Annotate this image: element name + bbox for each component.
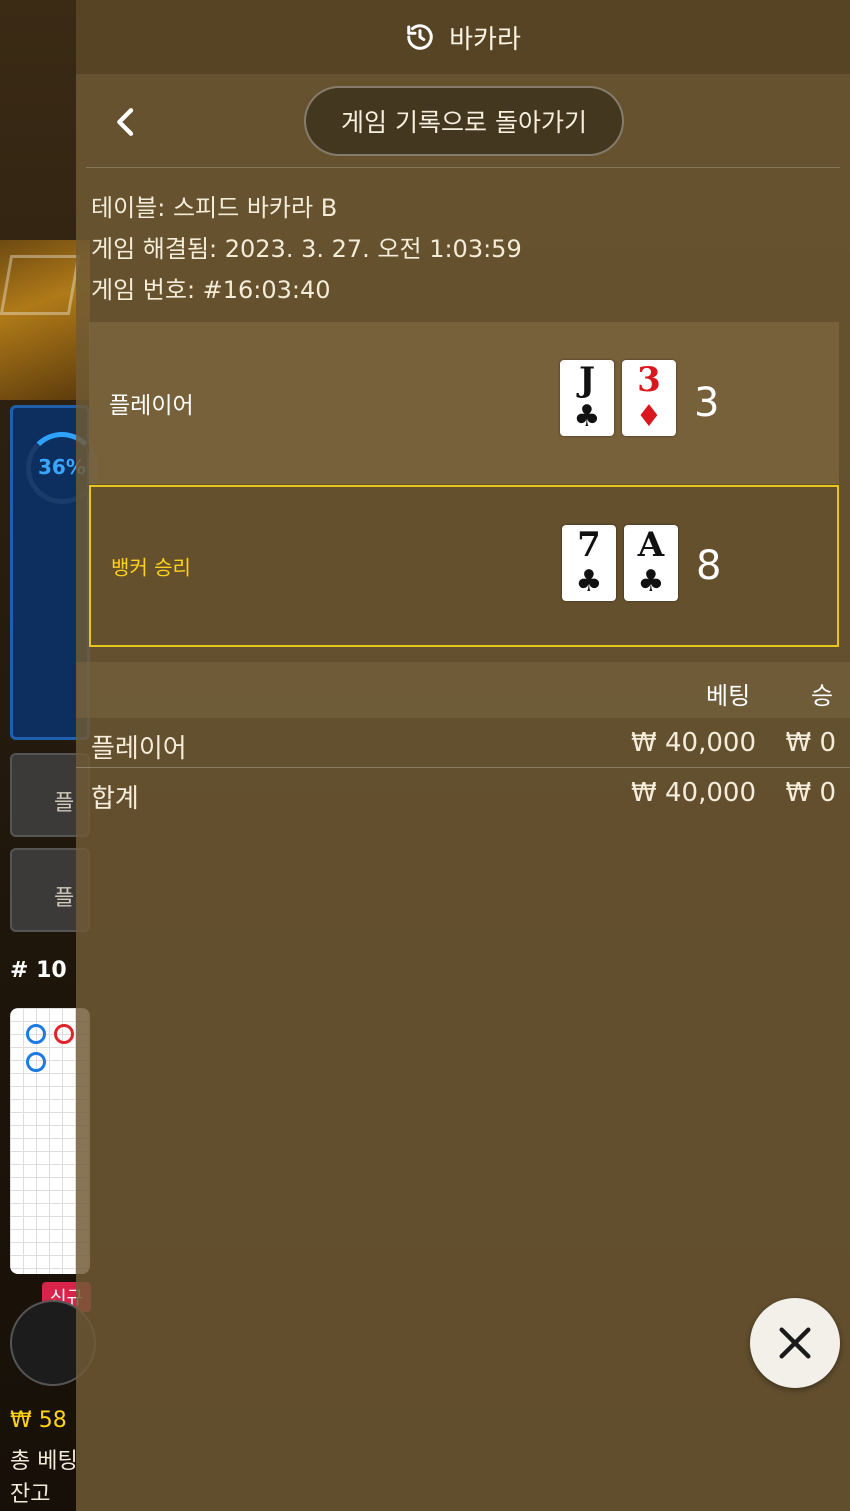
card-rank: 7 [577,525,601,565]
game-number: 게임 번호: #16:03:40 [91,276,331,304]
playing-card: 3 ♦ [622,360,676,436]
nav-row: 게임 기록으로 돌아가기 [86,74,840,168]
total-bet-label: 총 베팅 [10,1449,78,1474]
diamond-icon: ♦ [635,399,663,434]
table-row: 플레이어 ₩ 40,000 ₩ 0 [76,718,850,768]
balance-text: ₩ 58 [10,1408,67,1433]
remain-label: 잔고 [10,1482,51,1507]
game-info: 테이블: 스피드 바카라 B 게임 해결됨: 2023. 3. 27. 오전 1… [76,168,850,311]
table-row: 합계 ₩ 40,000 ₩ 0 [76,768,850,818]
playing-card: J ♣ [560,360,614,436]
club-icon: ♣ [573,399,601,434]
bets-table: 베팅 승 플레이어 ₩ 40,000 ₩ 0 합계 ₩ 40,000 ₩ 0 [76,662,850,818]
table-name: 테이블: 스피드 바카라 B [91,194,338,222]
close-icon [779,1327,811,1359]
club-icon: ♣ [637,564,665,599]
club-icon: ♣ [575,564,603,599]
banker-cards: 7 ♣ A ♣ [562,525,678,601]
player-hand: 플레이어 J ♣ 3 ♦ 3 [89,322,839,484]
card-rank: J [578,360,596,400]
card-rank: A [637,525,665,565]
player-cards: J ♣ 3 ♦ [560,360,676,436]
win-column-header: 승 [811,682,834,710]
banker-hand: 뱅커 승리 7 ♣ A ♣ 8 [89,485,839,647]
chevron-left-icon[interactable] [106,102,146,142]
back-to-history-button[interactable]: 게임 기록으로 돌아가기 [304,86,624,156]
card-rank: 3 [637,360,661,400]
road-dot [26,1024,46,1044]
playing-card: A ♣ [624,525,678,601]
game-history-panel: 바카라 게임 기록으로 돌아가기 테이블: 스피드 바카라 B 게임 해결됨: … [76,0,850,1511]
road-dot [26,1052,46,1072]
history-icon [407,24,433,50]
round-number: # 10 [10,958,67,983]
panel-title: 바카라 [449,24,521,55]
bet-amount: ₩ 40,000 [631,728,756,758]
player-score: 3 [694,380,720,426]
road-dot [54,1024,74,1044]
resolved-time: 게임 해결됨: 2023. 3. 27. 오전 1:03:59 [91,235,522,263]
player-label: 플레이어 [109,393,194,419]
banker-score: 8 [696,543,722,589]
total-win-amount: ₩ 0 [785,778,836,808]
close-button[interactable] [750,1298,840,1388]
panel-header: 바카라 [76,0,850,74]
total-label: 합계 [91,784,139,814]
bets-header: 베팅 승 [76,662,850,718]
playing-card: 7 ♣ [562,525,616,601]
bet-column-header: 베팅 [706,682,751,710]
bet-name: 플레이어 [91,734,187,764]
total-bet-amount: ₩ 40,000 [631,778,756,808]
banker-label: 뱅커 승리 [111,555,191,580]
card-shoe [0,255,81,315]
win-amount: ₩ 0 [785,728,836,758]
